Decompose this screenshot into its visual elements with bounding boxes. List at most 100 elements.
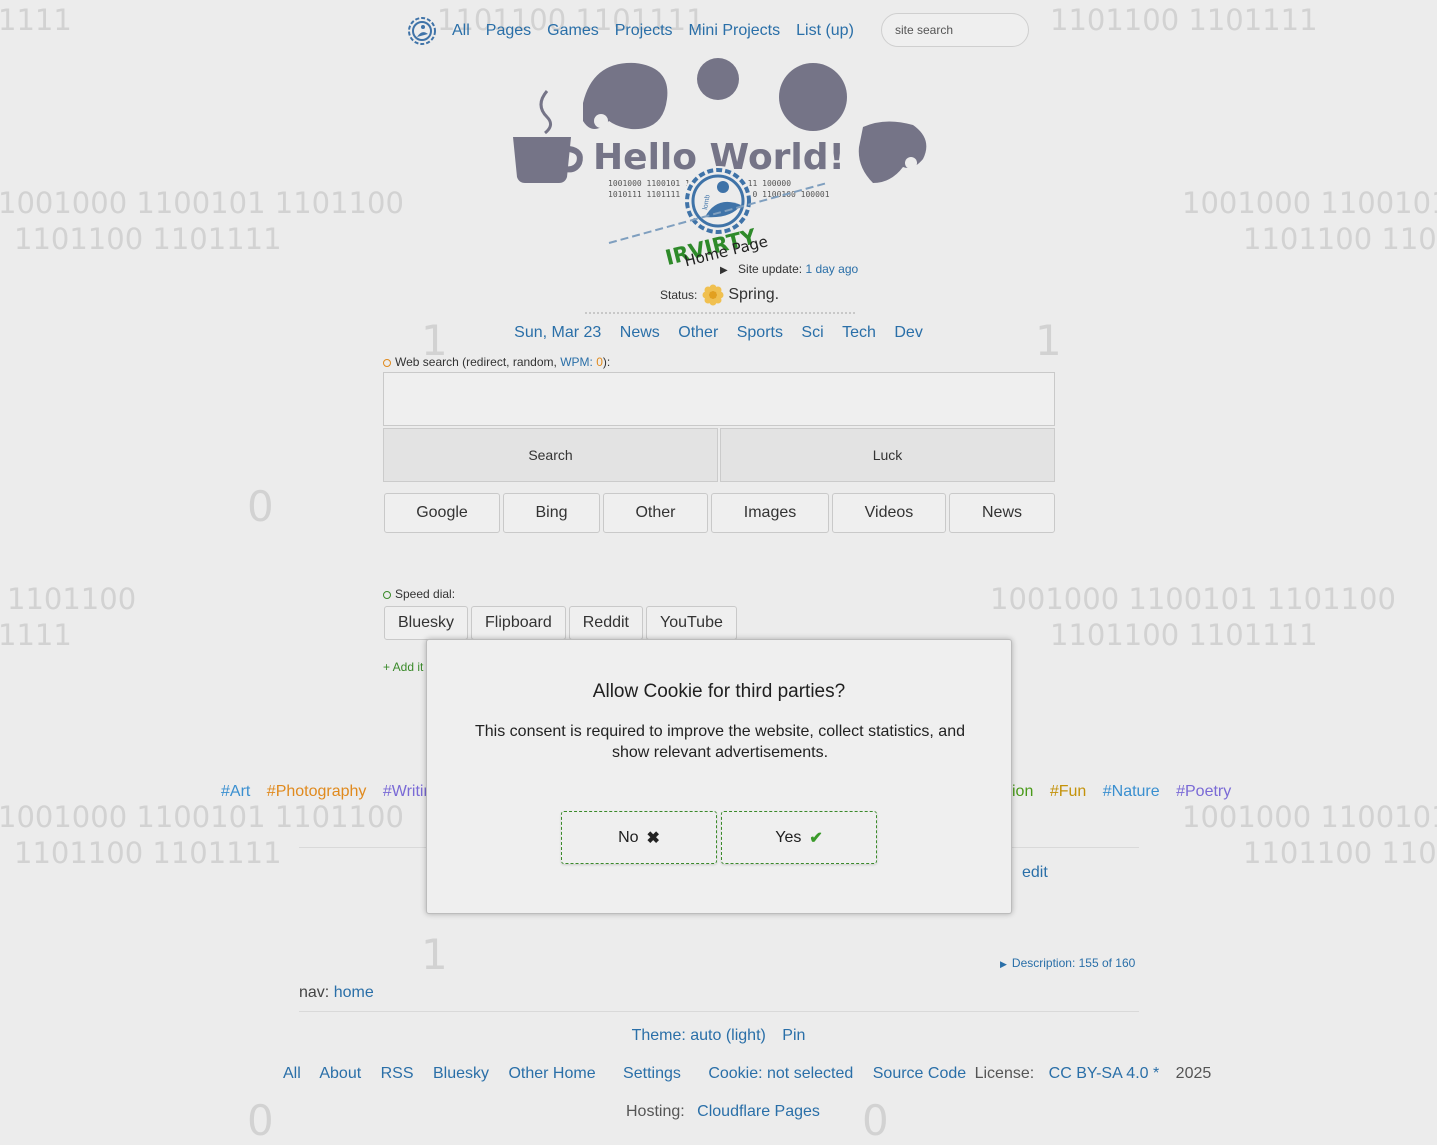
nav-link-mini-projects[interactable]: Mini Projects xyxy=(689,22,781,40)
background-digit: 0 xyxy=(862,1096,889,1145)
hosting-link[interactable]: Cloudflare Pages xyxy=(697,1103,820,1120)
footer-links: All About RSS Bluesky Other Home Setting… xyxy=(283,1065,1211,1083)
decorative-circle xyxy=(779,63,847,131)
engine-other-button[interactable]: Other xyxy=(603,493,708,533)
search-button[interactable]: Search xyxy=(383,428,718,482)
search-engine-row: Google Bing Other Images Videos News xyxy=(384,493,1058,533)
wpm-label[interactable]: WPM: xyxy=(560,355,593,369)
background-binary: 1001000 1100101 1101100 xyxy=(990,582,1396,616)
nav-link-games[interactable]: Games xyxy=(547,22,599,40)
nav-link-pages[interactable]: Pages xyxy=(486,22,531,40)
footer-link-settings[interactable]: Settings xyxy=(623,1065,681,1082)
speed-dial-bluesky[interactable]: Bluesky xyxy=(384,606,469,640)
background-digit: 0 xyxy=(247,1096,274,1145)
background-binary: 1101100 1101111 xyxy=(14,222,282,256)
site-update: ▶ Site update: 1 day ago xyxy=(720,262,858,276)
date-nav-other[interactable]: Other xyxy=(678,324,718,341)
date-nav: Sun, Mar 23 News Other Sports Sci Tech D… xyxy=(0,324,1437,342)
engine-images-button[interactable]: Images xyxy=(711,493,829,533)
background-binary: 1101100 1101111 xyxy=(14,836,282,870)
footer-link-source-code[interactable]: Source Code xyxy=(873,1065,966,1082)
nav-link-all[interactable]: All xyxy=(452,22,470,40)
description-toggle[interactable]: ▶ Description: 155 of 160 xyxy=(1000,956,1135,970)
dialog-message: This consent is required to improve the … xyxy=(475,723,965,761)
background-binary: 1111 xyxy=(0,618,72,652)
engine-news-button[interactable]: News xyxy=(949,493,1055,533)
site-update-value[interactable]: 1 day ago xyxy=(805,262,858,276)
tags-row: #Art #Photography #Writing xyxy=(221,783,453,801)
footer-link-all[interactable]: All xyxy=(283,1065,301,1082)
theme-toggle[interactable]: Theme: auto (light) xyxy=(632,1027,766,1044)
tag-link[interactable]: ion xyxy=(1012,783,1033,800)
background-digit: 1 xyxy=(421,930,448,979)
background-digit: 0 xyxy=(247,482,274,531)
engine-bing-button[interactable]: Bing xyxy=(503,493,600,533)
footer-link-rss[interactable]: RSS xyxy=(381,1065,414,1082)
background-binary: 1101100 1101111 xyxy=(1050,3,1318,37)
site-search-input[interactable] xyxy=(881,13,1029,47)
web-search-label-text: Web search (redirect, random, xyxy=(395,355,561,369)
footer-link-cookie[interactable]: Cookie: not selected xyxy=(708,1065,853,1082)
background-binary: 1001000 1100101 1101100 xyxy=(0,800,404,834)
speed-dial-row: Bluesky Flipboard Reddit YouTube xyxy=(384,606,740,640)
background-binary: 1001000 1100101 xyxy=(1182,186,1437,220)
hosting-label: Hosting: xyxy=(626,1103,685,1120)
date-nav-dev[interactable]: Dev xyxy=(894,324,922,341)
tag-link[interactable]: #Art xyxy=(221,783,250,800)
header-illustration: Hello World! 1001000 1100101 1101100 110… xyxy=(513,58,927,270)
speed-dial-reddit[interactable]: Reddit xyxy=(568,606,643,640)
date-link[interactable]: Sun, Mar 23 xyxy=(514,324,601,341)
speed-dial-label: Speed dial: xyxy=(383,587,455,601)
date-nav-news[interactable]: News xyxy=(620,324,660,341)
edit-link[interactable]: edit xyxy=(1022,864,1048,882)
decorative-blob-hole xyxy=(594,114,608,128)
status-line: Status: Spring. xyxy=(660,284,779,306)
license-link[interactable]: CC BY-SA 4.0 * xyxy=(1049,1065,1160,1082)
copyright-year: 2025 xyxy=(1175,1065,1212,1082)
background-binary: 1101100 xyxy=(7,582,137,616)
status-value: Spring. xyxy=(728,286,780,303)
add-item-link[interactable]: + Add it xyxy=(383,660,423,674)
web-search-input[interactable] xyxy=(383,372,1055,426)
date-nav-sci[interactable]: Sci xyxy=(801,324,823,341)
speed-dial-youtube[interactable]: YouTube xyxy=(645,606,737,640)
divider xyxy=(585,312,855,314)
date-nav-tech[interactable]: Tech xyxy=(842,324,876,341)
background-binary: 1111 xyxy=(0,3,72,37)
footer-link-bluesky[interactable]: Bluesky xyxy=(433,1065,489,1082)
footer-link-other-home[interactable]: Other Home xyxy=(508,1065,595,1082)
center-logo-icon: lomb xyxy=(683,166,753,236)
check-icon: ✔ xyxy=(809,829,823,847)
engine-videos-button[interactable]: Videos xyxy=(832,493,946,533)
speed-dial-label-text: Speed dial: xyxy=(395,587,456,601)
wpm-value: 0 xyxy=(596,355,603,369)
tag-link[interactable]: #Fun xyxy=(1050,783,1086,800)
speed-dial-flipboard[interactable]: Flipboard xyxy=(471,606,566,640)
date-nav-sports[interactable]: Sports xyxy=(737,324,783,341)
nav-link-list-up[interactable]: List (up) xyxy=(796,22,854,40)
settings-dot-icon[interactable] xyxy=(383,358,391,367)
tag-link[interactable]: #Nature xyxy=(1103,783,1160,800)
engine-google-button[interactable]: Google xyxy=(384,493,500,533)
disclosure-triangle-icon: ▶ xyxy=(1000,959,1007,969)
tag-link[interactable]: #Photography xyxy=(267,783,367,800)
decorative-blob xyxy=(858,121,927,183)
cookie-no-button[interactable]: No ✖ xyxy=(561,811,717,864)
luck-button[interactable]: Luck xyxy=(720,428,1055,482)
divider xyxy=(299,1011,1139,1012)
footer-link-about[interactable]: About xyxy=(319,1065,361,1082)
settings-dot-icon[interactable] xyxy=(383,590,391,599)
background-binary: 1101100 1101111 xyxy=(1050,618,1318,652)
yes-label: Yes xyxy=(775,828,802,846)
flower-icon xyxy=(702,284,724,306)
site-logo-icon[interactable] xyxy=(406,15,438,47)
cookie-yes-button[interactable]: Yes ✔ xyxy=(721,811,877,864)
background-binary: 1001000 1100101 xyxy=(1182,800,1437,834)
license-label: License: xyxy=(974,1065,1035,1082)
coffee-cup-icon xyxy=(513,90,583,183)
pin-link[interactable]: Pin xyxy=(782,1027,805,1044)
disclosure-triangle-icon[interactable]: ▶ xyxy=(720,265,728,276)
nav-home-link[interactable]: home xyxy=(334,984,374,1001)
tag-link[interactable]: #Poetry xyxy=(1176,783,1231,800)
nav-link-projects[interactable]: Projects xyxy=(615,22,673,40)
